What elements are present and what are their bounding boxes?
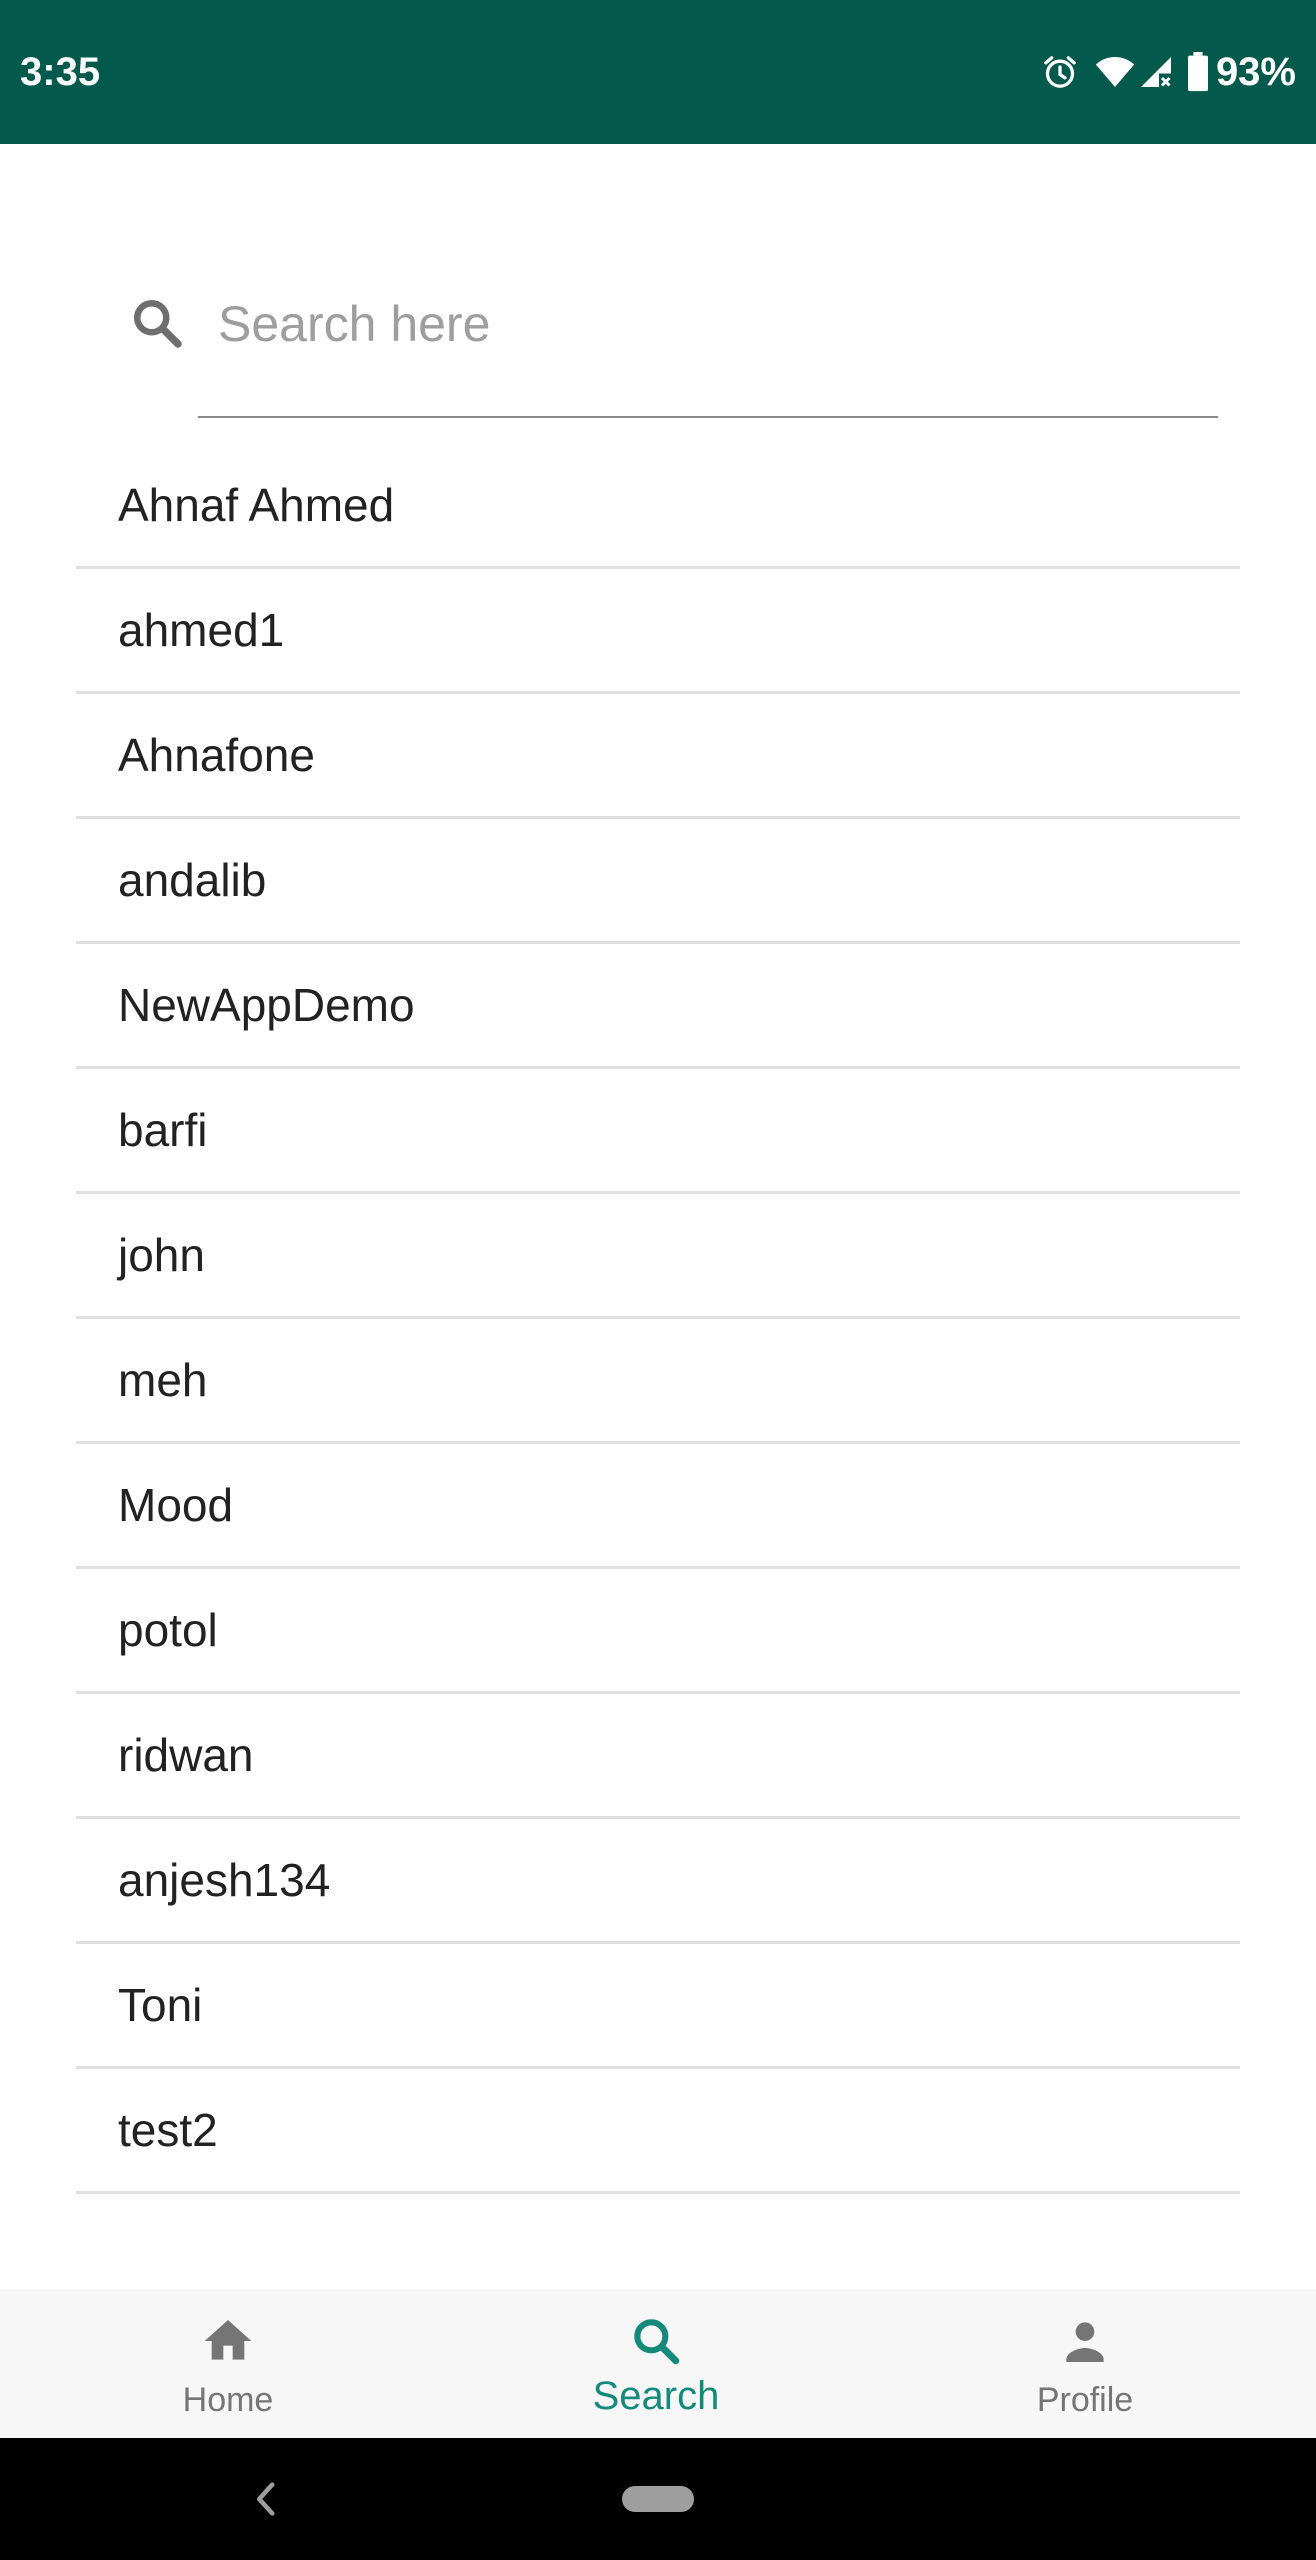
list-item[interactable]: NewAppDemo xyxy=(76,944,1240,1069)
nav-label-profile: Profile xyxy=(1036,2381,1134,2419)
system-nav-bar xyxy=(0,2438,1316,2560)
nav-item-profile[interactable]: Profile xyxy=(935,2291,1235,2439)
search-icon xyxy=(634,2319,680,2365)
nav-label-home: Home xyxy=(182,2381,274,2419)
nav-item-home[interactable]: Home xyxy=(78,2291,378,2439)
user-name: potol xyxy=(118,1604,218,1656)
list-item[interactable]: anjesh134 xyxy=(76,1819,1240,1944)
user-name: Toni xyxy=(118,1979,203,2031)
user-name: Mood xyxy=(118,1479,234,1531)
search-bar xyxy=(0,144,1316,444)
user-name: meh xyxy=(118,1354,208,1406)
alarm-icon xyxy=(1040,52,1080,92)
user-name: barfi xyxy=(118,1104,208,1156)
user-name: Ahnafone xyxy=(118,729,315,781)
list-item[interactable]: barfi xyxy=(76,1069,1240,1194)
user-name: test2 xyxy=(118,2104,218,2156)
list-item[interactable]: Mood xyxy=(76,1444,1240,1569)
user-name: Ahnaf Ahmed xyxy=(118,479,395,531)
wifi-icon xyxy=(1094,52,1136,92)
search-icon xyxy=(128,294,188,354)
status-icons: 93% xyxy=(1040,44,1296,100)
user-name: ridwan xyxy=(118,1729,254,1781)
back-icon[interactable] xyxy=(250,2476,280,2522)
battery-icon xyxy=(1186,52,1210,92)
bottom-nav: Home Search Profile xyxy=(0,2290,1316,2439)
nav-item-search[interactable]: Search xyxy=(506,2291,806,2439)
user-name: anjesh134 xyxy=(118,1854,331,1906)
list-item[interactable]: ridwan xyxy=(76,1694,1240,1819)
nav-label-search: Search xyxy=(592,2374,720,2418)
list-item[interactable]: ahmed1 xyxy=(76,569,1240,694)
battery-percent: 93% xyxy=(1215,49,1296,94)
user-name: NewAppDemo xyxy=(118,979,415,1031)
home-icon xyxy=(204,2320,252,2360)
list-item[interactable]: Ahnafone xyxy=(76,694,1240,819)
user-list: Ahnaf Ahmed ahmed1 Ahnafone andalib NewA… xyxy=(76,444,1240,2194)
list-item[interactable]: meh xyxy=(76,1319,1240,1444)
list-item[interactable]: john xyxy=(76,1194,1240,1319)
home-pill-button[interactable] xyxy=(622,2486,694,2512)
search-input[interactable] xyxy=(218,284,1208,364)
user-name: andalib xyxy=(118,854,267,906)
status-time: 3:35 xyxy=(20,50,101,94)
user-name: ahmed1 xyxy=(118,604,285,656)
status-bar: 3:35 93% xyxy=(0,0,1316,144)
signal-icon xyxy=(1138,52,1174,92)
user-name: john xyxy=(118,1229,205,1281)
search-underline xyxy=(198,416,1218,418)
list-item[interactable]: Ahnaf Ahmed xyxy=(76,444,1240,569)
list-item[interactable]: Toni xyxy=(76,1944,1240,2069)
list-item[interactable]: test2 xyxy=(76,2069,1240,2194)
person-icon xyxy=(1066,2322,1104,2362)
list-item[interactable]: potol xyxy=(76,1569,1240,1694)
list-item[interactable]: andalib xyxy=(76,819,1240,944)
